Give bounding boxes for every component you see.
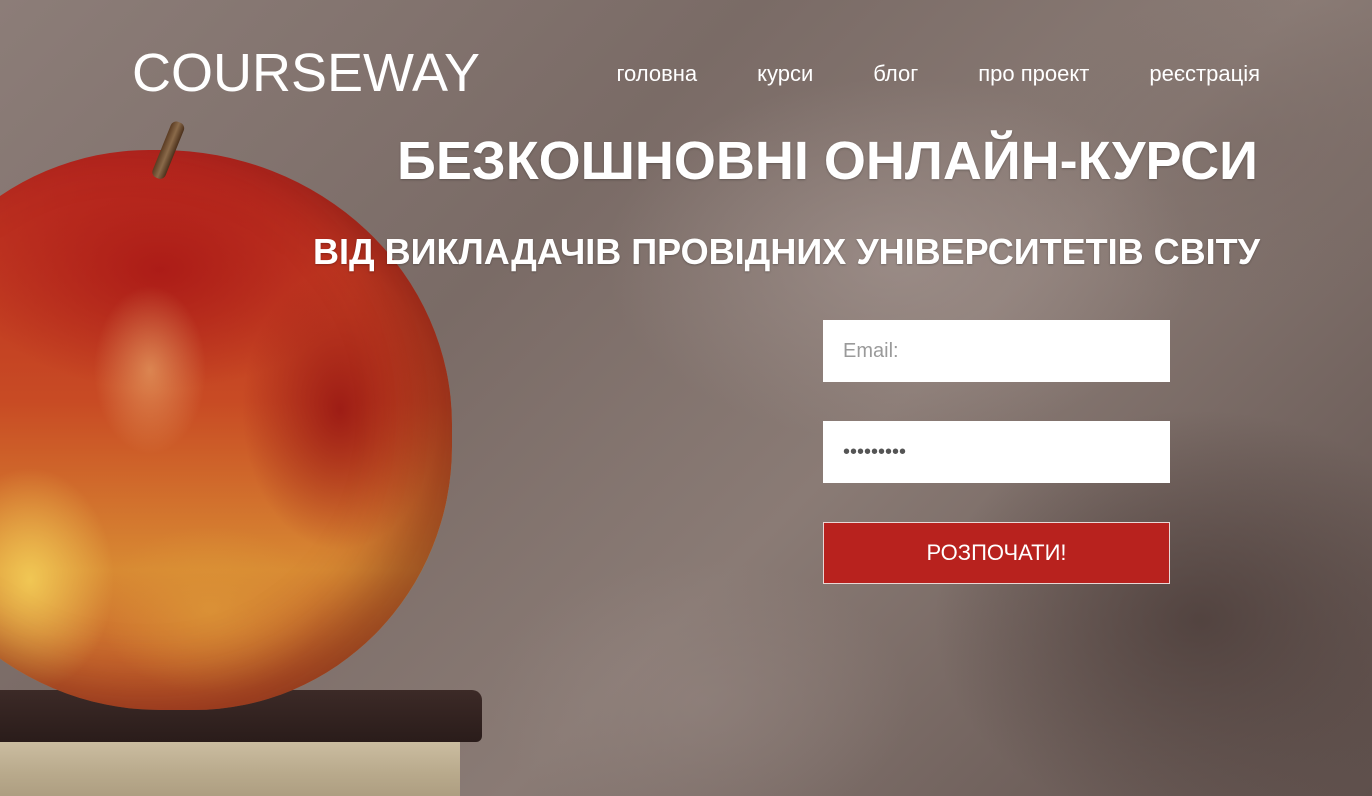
book-image: [0, 738, 460, 796]
main-nav: головна курси блог про проект реєстрація: [616, 60, 1260, 88]
start-button[interactable]: РОЗПОЧАТИ!: [823, 522, 1170, 584]
nav-item-home[interactable]: головна: [616, 60, 697, 88]
nav-item-register[interactable]: реєстрація: [1149, 60, 1260, 88]
signup-form: РОЗПОЧАТИ!: [823, 320, 1170, 584]
nav-item-about[interactable]: про проект: [978, 60, 1089, 88]
site-logo[interactable]: COURSEWAY: [132, 42, 480, 104]
password-field[interactable]: [823, 421, 1170, 483]
nav-item-courses[interactable]: курси: [757, 60, 813, 88]
page-subtitle: ВІД ВИКЛАДАЧІВ ПРОВІДНИХ УНІВЕРСИТЕТІВ С…: [312, 231, 1260, 272]
page-title: БЕЗКОШНОВНІ ОНЛАЙН-КУРСИ: [397, 131, 1258, 191]
nav-item-blog[interactable]: блог: [873, 60, 918, 88]
email-field[interactable]: [823, 320, 1170, 382]
hero-section: COURSEWAY головна курси блог про проект …: [0, 0, 1372, 796]
